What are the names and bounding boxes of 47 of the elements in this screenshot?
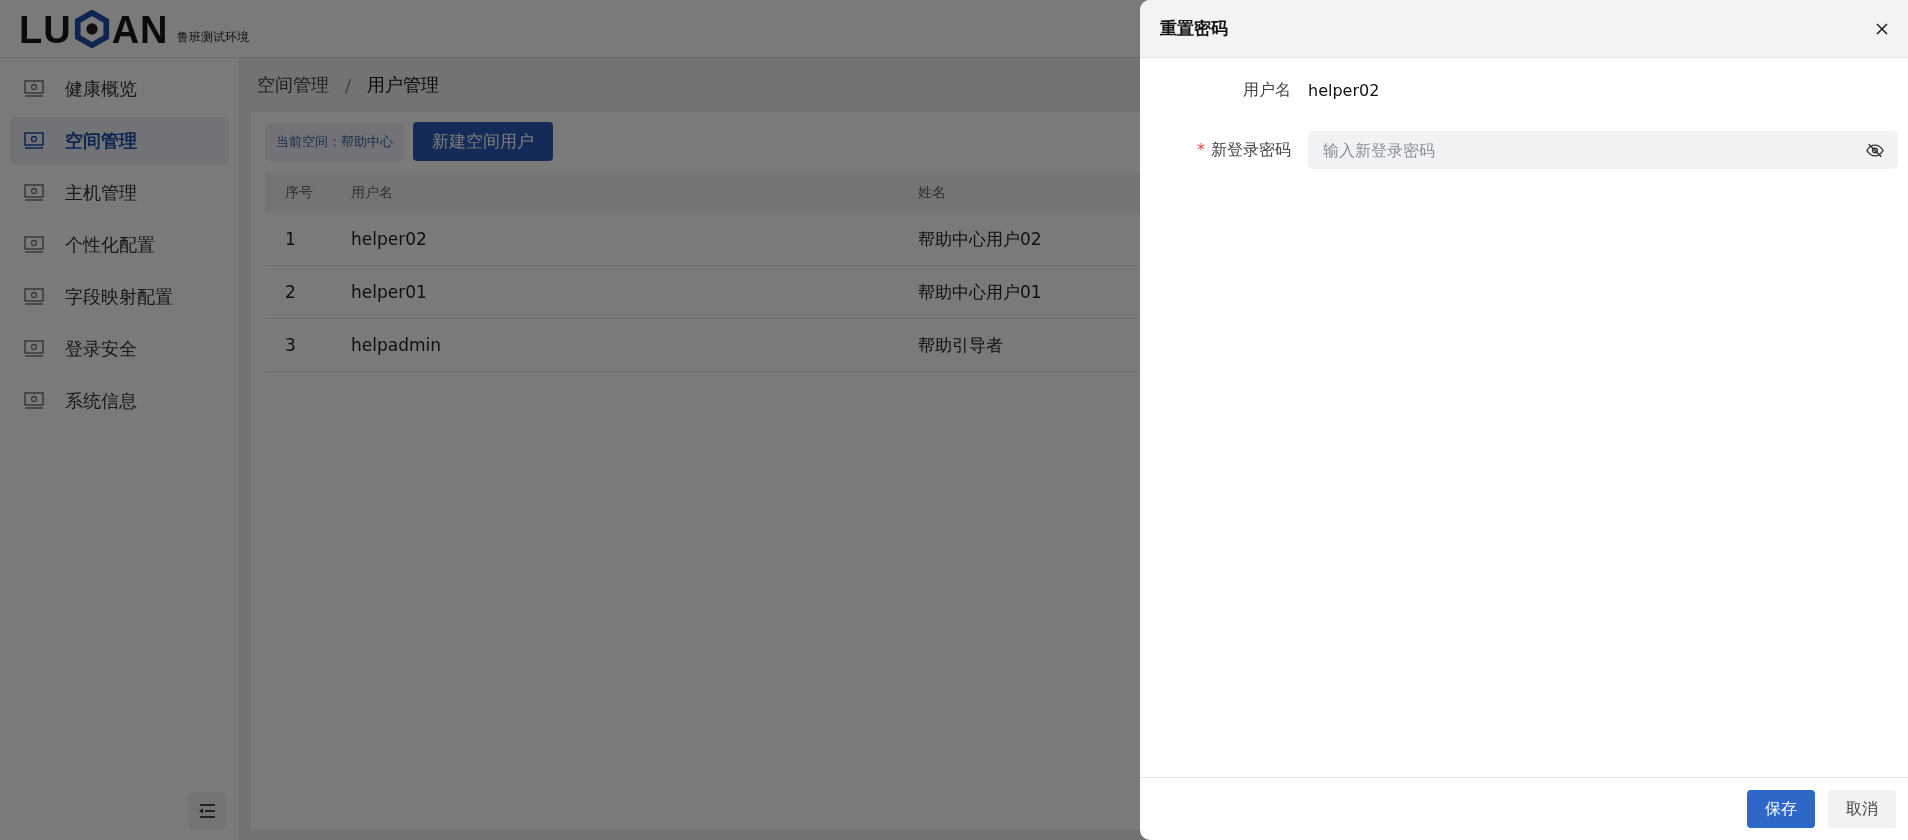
monitor-icon — [24, 132, 44, 150]
field-label: 用户名 — [1243, 79, 1291, 101]
password-field[interactable]: 输入新登录密码 — [1308, 131, 1898, 169]
table-cell-text: 1 — [284, 229, 297, 249]
cancel-button[interactable]: 取消 — [1828, 790, 1896, 828]
breadcrumb-item[interactable]: 空间管理 — [257, 73, 329, 97]
save-button[interactable]: 保存 — [1747, 790, 1815, 828]
monitor-icon — [24, 80, 44, 98]
environment-label: 鲁班测试环境 — [176, 28, 249, 46]
table-cell-text: 2 — [284, 282, 297, 302]
sidebar-item[interactable]: 空间管理 — [10, 117, 229, 165]
current-space-tag: 当前空间：帮助中心 — [265, 122, 404, 161]
logo-text: LU — [19, 11, 72, 48]
column-header: 序号 — [284, 184, 314, 202]
eye-off-icon[interactable] — [1866, 143, 1884, 158]
hexagon-logo-icon — [72, 9, 111, 48]
monitor-icon — [24, 184, 44, 202]
monitor-icon — [24, 340, 44, 358]
drawer-title: 重置密码 — [1160, 17, 1228, 40]
monitor-icon — [24, 288, 44, 306]
table-cell-text: 帮助中心用户02 — [918, 227, 1043, 251]
sidebar-item[interactable]: 主机管理 — [10, 169, 229, 217]
field-value: helper02 — [1308, 80, 1380, 100]
breadcrumb-item: 用户管理 — [367, 73, 440, 97]
new-user-button[interactable]: 新建空间用户 — [413, 122, 553, 161]
table-cell-text: 3 — [284, 335, 297, 355]
sidebar-item[interactable]: 系统信息 — [10, 377, 229, 425]
sidebar-item[interactable]: 字段映射配置 — [10, 273, 229, 321]
monitor-icon — [24, 236, 44, 254]
monitor-icon — [24, 392, 44, 410]
breadcrumb-separator: / — [345, 74, 352, 96]
field-label: 新登录密码 — [1211, 139, 1291, 161]
collapse-menu-button[interactable] — [188, 792, 226, 830]
column-header: 用户名 — [351, 184, 394, 202]
sidebar-item[interactable]: 健康概览 — [10, 65, 229, 113]
indent-icon — [198, 804, 216, 818]
table-cell-text: 帮助中心用户01 — [918, 280, 1043, 304]
table-cell-text: helpadmin — [351, 335, 442, 355]
table-cell-text: helper02 — [351, 229, 428, 249]
required-mark: * — [1197, 139, 1205, 161]
logo-text: AN — [111, 11, 169, 48]
column-header: 姓名 — [918, 184, 947, 202]
close-icon[interactable] — [1876, 22, 1888, 35]
sidebar-item[interactable]: 登录安全 — [10, 325, 229, 373]
sidebar-item[interactable]: 个性化配置 — [10, 221, 229, 269]
table-cell-text: helper01 — [351, 282, 428, 302]
table-cell-text: 帮助引导者 — [918, 333, 1004, 357]
